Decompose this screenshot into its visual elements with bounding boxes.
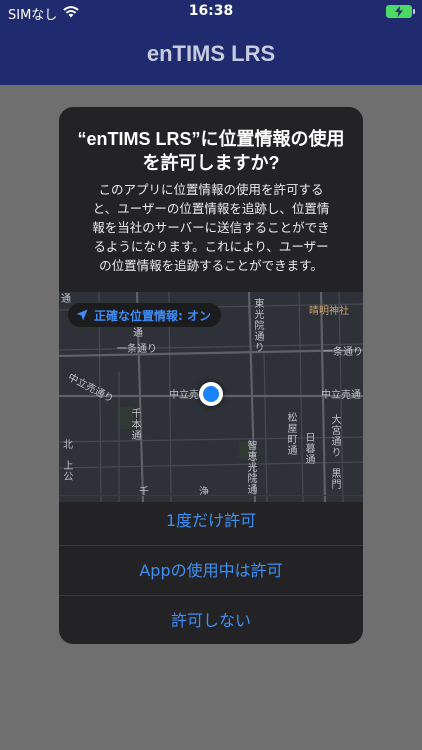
alert-title-line: “enTIMS LRS”に位置情報の使用 <box>77 129 345 149</box>
map-label-matsuya: 松屋町通 <box>285 412 296 456</box>
alert-message-line: るようになります。これにより、ユーザー <box>93 239 329 254</box>
map-label-left-edge: 上公 <box>61 460 72 482</box>
precise-location-label: 正確な位置情報: オン <box>94 308 211 323</box>
current-location-dot <box>199 382 223 406</box>
map-label-shrine: 晴明神社 <box>309 306 349 317</box>
map-label-top-left: 通 <box>61 294 71 305</box>
app-title: enTIMS LRS <box>146 41 276 66</box>
map-label-kuromon: 黒門 <box>329 468 340 490</box>
alert-message-line: 報を当社のサーバーに送信することができ <box>92 220 330 235</box>
dont-allow-button[interactable]: 許可しない <box>59 595 363 644</box>
allow-once-button[interactable]: 1度だけ許可 <box>59 495 363 545</box>
map-label-senbon: 千本通 <box>129 408 140 441</box>
status-time: 16:38 <box>188 3 234 19</box>
map-label-chie-koin: 智恵光院通 <box>245 440 256 495</box>
battery-icon <box>386 5 415 18</box>
map-label-ichijo-left: 一条通り <box>117 344 157 355</box>
map-label-higurashi: 日暮通 <box>303 432 314 465</box>
map-label-higashi-koin: 東光院通り <box>252 298 263 353</box>
map-label-omiya: 大宮通り <box>329 414 340 458</box>
status-bar: SIMなし 16:38 <box>0 0 422 24</box>
map-label-kita: 北 <box>63 440 73 451</box>
alert-title: “enTIMS LRS”に位置情報の使用 を許可しますか? <box>71 127 351 175</box>
alert-title-line: を許可しますか? <box>142 153 280 173</box>
map-label-tori: 通 <box>133 328 143 339</box>
allow-while-using-button[interactable]: Appの使用中は許可 <box>59 545 363 595</box>
alert-message-line: の位置情報を追跡することができます。 <box>99 258 323 273</box>
map-label-nakadachiuri-right: 中立売通 <box>321 390 361 401</box>
location-arrow-icon <box>76 306 88 325</box>
alert-message-line: このアプリに位置情報の使用を許可する <box>98 182 324 197</box>
alert-message: このアプリに位置情報の使用を許可する と、ユーザーの位置情報を追跡し、位置情 報… <box>75 180 347 275</box>
navigation-bar: enTIMS LRS <box>0 24 422 85</box>
location-permission-alert: “enTIMS LRS”に位置情報の使用 を許可しますか? このアプリに位置情報… <box>59 107 363 644</box>
precise-location-toggle[interactable]: 正確な位置情報: オン <box>68 303 221 327</box>
alert-message-line: と、ユーザーの位置情報を追跡し、位置情 <box>92 201 330 216</box>
location-map: 晴明神社 東光院通り 通 一条通り 一条通り 中立売通り 中立売 中立売通 千本… <box>59 292 363 502</box>
map-label-ichijo-right: 一条通り <box>323 347 363 358</box>
map-label-nakadachiuri-center: 中立売 <box>169 390 199 401</box>
